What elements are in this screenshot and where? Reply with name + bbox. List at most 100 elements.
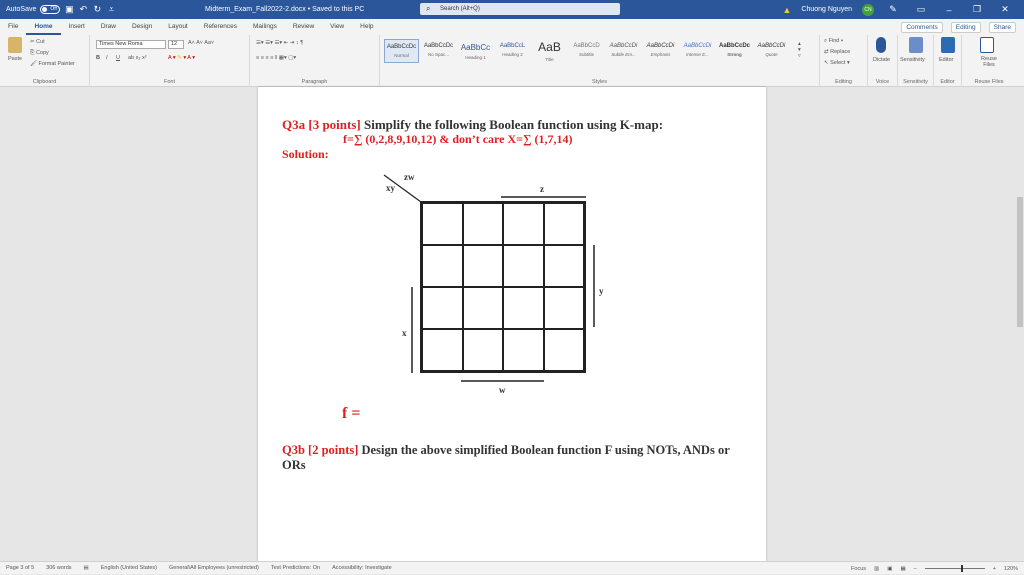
bold-button[interactable]: B bbox=[96, 55, 100, 61]
underline-button[interactable]: U bbox=[116, 55, 120, 61]
document-page[interactable]: Q3a [3 points] Simplify the following Bo… bbox=[258, 87, 766, 561]
style-heading-2[interactable]: AaBbCcL Heading 2 bbox=[495, 39, 530, 63]
autosave-toggle[interactable]: Off bbox=[40, 5, 61, 14]
style-normal[interactable]: AaBbCcDc Normal bbox=[384, 39, 419, 63]
align-icons[interactable]: ≡ ≡ ≡ ≡ ‖ ▦▾ ▢▾ bbox=[256, 55, 296, 61]
style-heading-1[interactable]: AaBbCc Heading 1 bbox=[458, 39, 493, 63]
text-predictions-status[interactable]: Text Predictions: On bbox=[271, 565, 320, 571]
strike-sub-sup-icons[interactable]: ab x₂ x² bbox=[128, 55, 147, 61]
dictate-button[interactable]: Dictate bbox=[873, 57, 890, 63]
editing-label: Editing bbox=[835, 79, 852, 85]
accessibility-status[interactable]: Accessibility: Investigate bbox=[332, 565, 392, 571]
tab-file[interactable]: File bbox=[0, 19, 26, 35]
style-no-spacing[interactable]: AaBbCcDc No Spac... bbox=[421, 39, 456, 63]
font-grow-shrink-icon[interactable]: A˄ A˅ Aa˅ bbox=[188, 40, 214, 46]
user-name[interactable]: Chuong Nguyen bbox=[801, 6, 852, 13]
font-color-icon[interactable]: A ▾ ✎ ▾ A ▾ bbox=[168, 55, 195, 61]
paste-button[interactable]: Paste bbox=[8, 56, 22, 62]
kmap-y-label: y bbox=[599, 286, 604, 296]
copy-button[interactable]: ⎘ Copy bbox=[30, 50, 49, 57]
paste-icon[interactable] bbox=[8, 37, 22, 53]
editor-icon[interactable] bbox=[941, 37, 955, 53]
font-size-select[interactable]: 12 bbox=[168, 40, 184, 49]
reuse-files-icon[interactable] bbox=[980, 37, 994, 53]
minimize-button[interactable]: – bbox=[940, 5, 958, 15]
f-equals-label: f = bbox=[342, 405, 361, 422]
search-box[interactable]: ⌕ Search (Alt+Q) bbox=[420, 3, 620, 15]
kmap-zw-label: zw bbox=[404, 172, 415, 182]
autosave-label: AutoSave bbox=[6, 6, 37, 13]
zoom-slider[interactable] bbox=[924, 565, 985, 572]
cut-button[interactable]: ✂ Cut bbox=[30, 39, 45, 45]
warning-icon[interactable]: ▲ bbox=[782, 5, 791, 15]
style-subtitle[interactable]: AaBbCcD Subtitle bbox=[569, 39, 604, 63]
italic-button[interactable]: I bbox=[106, 55, 108, 61]
focus-button[interactable]: Focus bbox=[851, 566, 866, 572]
scrollbar-thumb[interactable] bbox=[1017, 197, 1023, 327]
kmap-cell bbox=[503, 245, 544, 287]
style-intense-emphasis[interactable]: AaBbCcDi Intense E... bbox=[680, 39, 715, 63]
tab-home[interactable]: Home bbox=[26, 19, 61, 35]
zoom-level[interactable]: 120% bbox=[1004, 566, 1018, 572]
editor-button[interactable]: Editor bbox=[939, 57, 953, 63]
format-painter-button[interactable]: 🖌 Format Painter bbox=[30, 61, 75, 67]
tab-layout[interactable]: Layout bbox=[160, 19, 196, 35]
share-button[interactable]: Share bbox=[988, 21, 1016, 33]
select-button[interactable]: ↖ Select ▾ bbox=[824, 60, 850, 66]
restore-button[interactable]: ❐ bbox=[968, 4, 986, 15]
editing-mode-button[interactable]: Editing bbox=[950, 21, 981, 33]
redo-icon[interactable]: ↻ bbox=[92, 4, 102, 15]
style-title[interactable]: AaB Title bbox=[532, 39, 567, 63]
styles-group: AaBbCcDc Normal AaBbCcDc No Spac... AaBbCc… bbox=[380, 35, 820, 87]
sensitivity-status[interactable]: General\All Employees (unrestricted) bbox=[169, 565, 259, 571]
tab-view[interactable]: View bbox=[322, 19, 352, 35]
tab-design[interactable]: Design bbox=[124, 19, 160, 35]
list-icons[interactable]: ☰▾ ☰▾ ☰▾ ⇤ ⇥ ↕ ¶ bbox=[256, 40, 303, 46]
style-strong[interactable]: AaBbCcDc Strong bbox=[717, 39, 752, 63]
sensitivity-button[interactable]: Sensitivity bbox=[900, 57, 925, 63]
web-layout-icon[interactable]: ▦ bbox=[900, 566, 905, 572]
document-title[interactable]: Midterm_Exam_Fall2022-2.docx • Saved to … bbox=[205, 0, 364, 19]
print-layout-icon[interactable]: ▣ bbox=[887, 566, 892, 572]
styles-more-icon[interactable]: ▴ ▾ ▿ bbox=[798, 41, 801, 59]
replace-button[interactable]: ⇄ Replace bbox=[824, 49, 850, 55]
q3b-heading: Q3b [2 points] Design the above simplifi… bbox=[282, 443, 752, 473]
reuse-files-button[interactable]: Reuse Files bbox=[976, 56, 1002, 68]
save-icon[interactable]: ▣ bbox=[64, 4, 74, 15]
vertical-scrollbar[interactable] bbox=[1016, 87, 1024, 561]
font-name-select[interactable]: Times New Roma bbox=[96, 40, 166, 49]
tab-references[interactable]: References bbox=[196, 19, 245, 35]
avatar[interactable]: CN bbox=[862, 3, 874, 16]
kmap-xy-label: xy bbox=[386, 183, 395, 193]
microphone-icon[interactable] bbox=[876, 37, 886, 53]
undo-icon[interactable]: ↶ bbox=[78, 4, 88, 15]
pen-icon[interactable]: ✎ bbox=[884, 4, 902, 15]
font-label: Font bbox=[163, 79, 175, 85]
tab-review[interactable]: Review bbox=[285, 19, 322, 35]
read-mode-icon[interactable]: ▥ bbox=[874, 566, 879, 572]
clipboard-label: Clipboard bbox=[32, 79, 57, 85]
font-group: Times New Roma 12 A˄ A˅ Aa˅ B I U ab x₂ … bbox=[90, 35, 250, 87]
zoom-in-button[interactable]: + bbox=[993, 566, 996, 572]
zoom-out-button[interactable]: – bbox=[914, 566, 917, 572]
language-status[interactable]: English (United States) bbox=[101, 565, 157, 571]
sensitivity-icon[interactable] bbox=[909, 37, 923, 53]
word-count[interactable]: 306 words bbox=[46, 565, 71, 571]
proofing-icon[interactable]: ▤ bbox=[84, 565, 89, 571]
tab-insert[interactable]: Insert bbox=[61, 19, 93, 35]
tab-mailings[interactable]: Mailings bbox=[245, 19, 285, 35]
kmap-cell bbox=[462, 329, 503, 371]
close-button[interactable]: ✕ bbox=[996, 4, 1014, 15]
ribbon-display-icon[interactable]: ▭ bbox=[912, 4, 930, 15]
style-quote[interactable]: AaBbCcDi Quote bbox=[754, 39, 789, 63]
tab-draw[interactable]: Draw bbox=[93, 19, 124, 35]
find-button[interactable]: ⌕ Find ▾ bbox=[824, 38, 843, 45]
comments-button[interactable]: Comments bbox=[901, 21, 943, 33]
style-emphasis[interactable]: AaBbCcDi Emphasis bbox=[643, 39, 678, 63]
page-count[interactable]: Page 3 of 5 bbox=[6, 565, 34, 571]
style-subtle-emphasis[interactable]: AaBbCcDi Subtle Em... bbox=[606, 39, 641, 63]
tab-help[interactable]: Help bbox=[352, 19, 381, 35]
customize-qat-icon[interactable]: ⩡ bbox=[106, 4, 116, 15]
kmap-cell bbox=[503, 203, 544, 245]
kmap-cell bbox=[422, 203, 463, 245]
